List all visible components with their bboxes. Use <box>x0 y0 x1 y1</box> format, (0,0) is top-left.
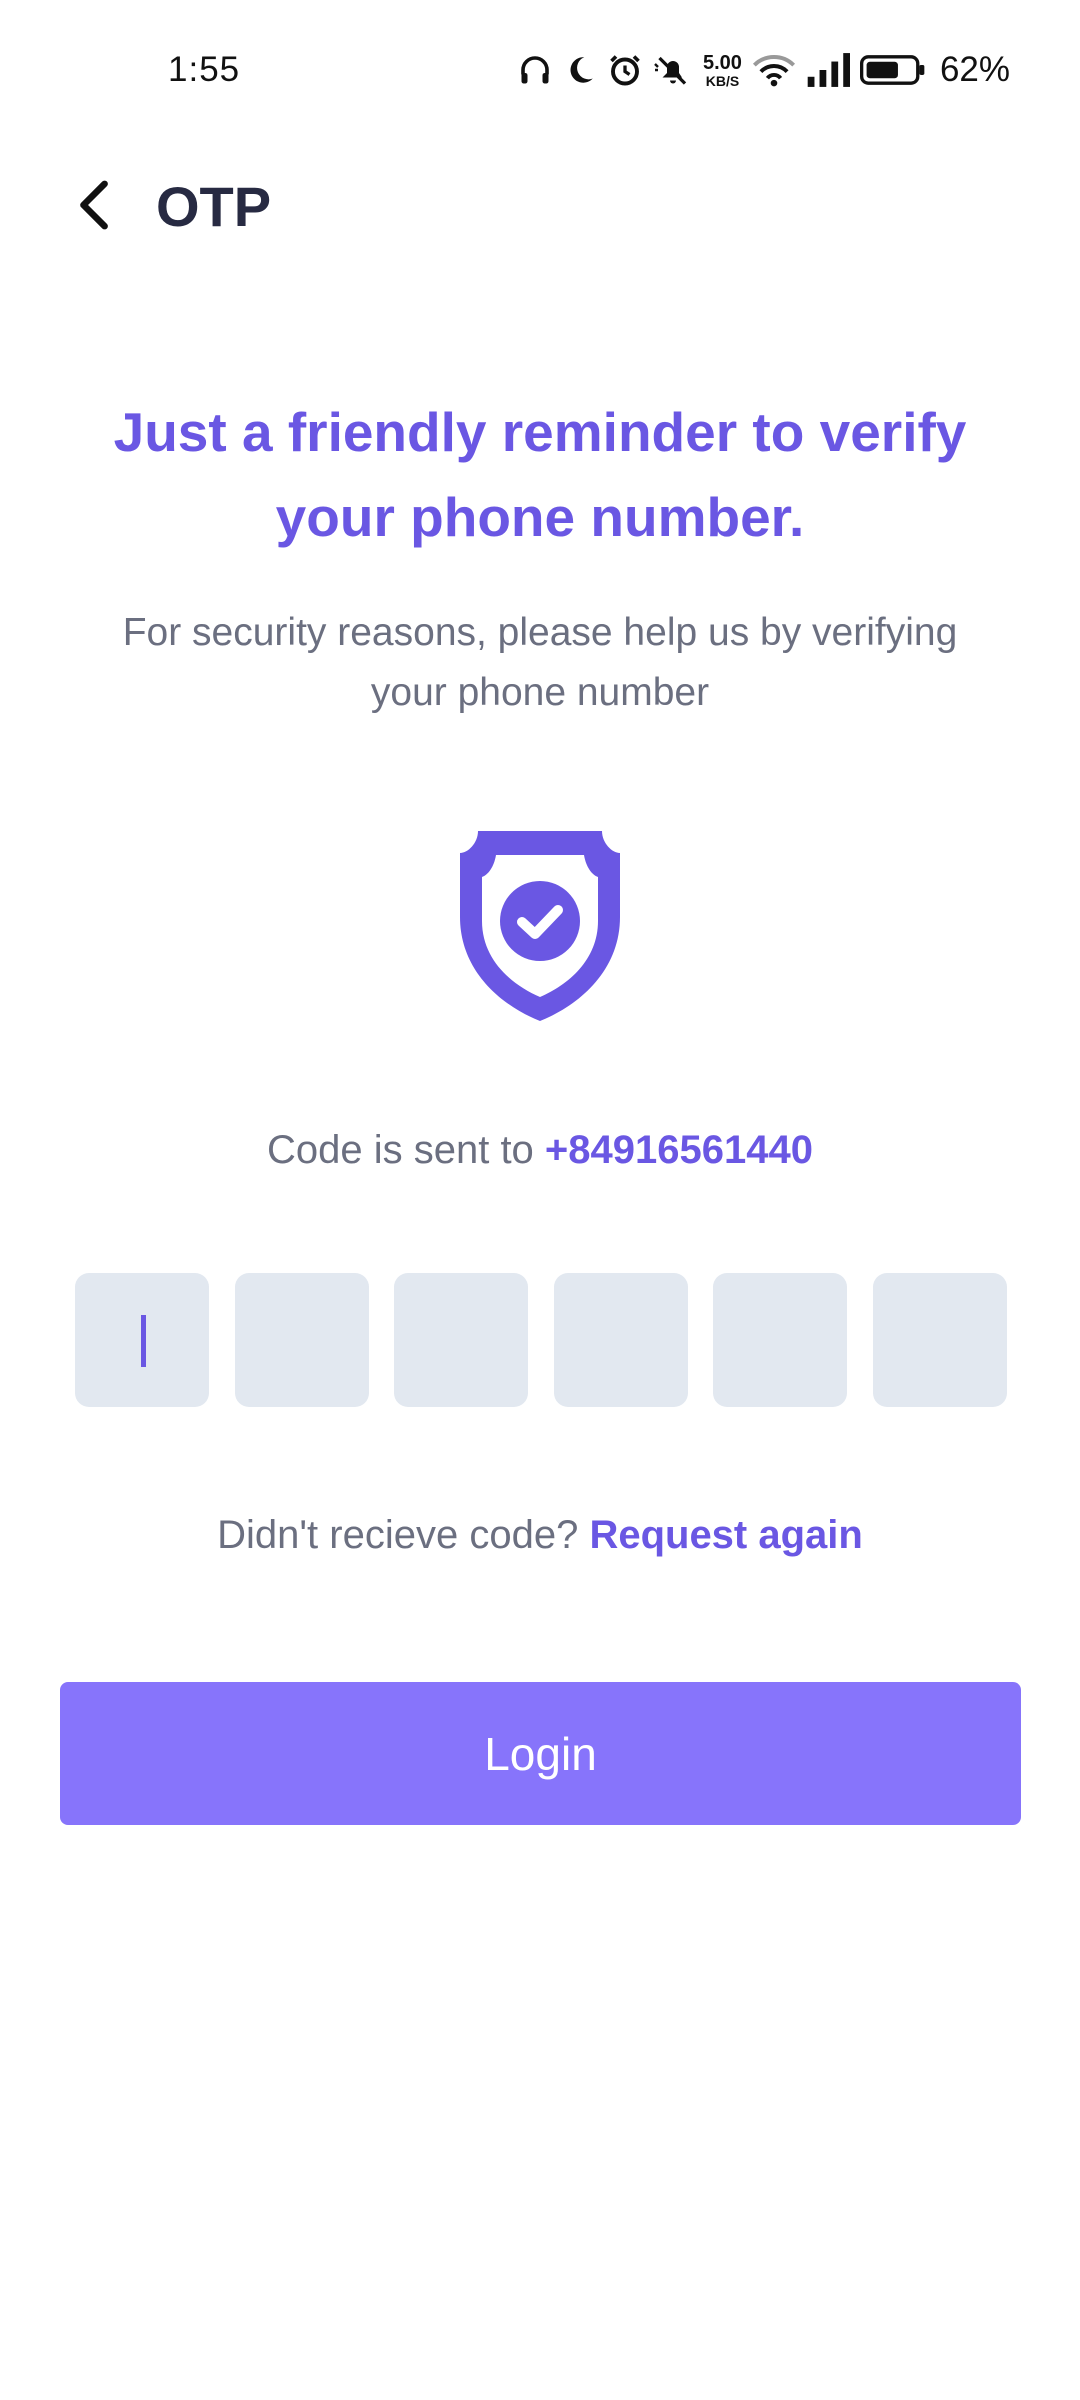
moon-icon <box>563 53 597 87</box>
battery-icon <box>859 53 926 87</box>
code-sent-text: Code is sent to +84916561440 <box>0 1120 1080 1180</box>
subtext: For security reasons, please help us by … <box>122 611 958 714</box>
text-cursor <box>141 1315 146 1367</box>
otp-digit-6[interactable] <box>872 1273 1007 1407</box>
wifi-icon <box>752 52 796 88</box>
page-title: OTP <box>156 175 272 238</box>
status-icons: 5.00 KB/S 62% <box>517 46 1010 94</box>
status-bar: 1:55 5.00 KB/S 62% <box>0 0 1080 140</box>
request-again-link[interactable]: Request again <box>589 1513 862 1557</box>
app-header: OTP <box>0 150 1080 260</box>
otp-digit-4[interactable] <box>553 1273 688 1407</box>
mute-icon <box>653 52 693 88</box>
resend-text: Didn't recieve code? Request again <box>0 1505 1080 1565</box>
battery-percent: 62% <box>939 50 1010 89</box>
status-time: 1:55 <box>168 50 241 89</box>
headphones-icon <box>517 52 553 88</box>
chevron-left-icon <box>75 180 115 235</box>
resend-prefix: Didn't recieve code? <box>217 1513 590 1557</box>
net-speed: 5.00 KB/S <box>703 51 742 89</box>
shield-check-icon <box>450 825 630 1025</box>
phone-number: +84916561440 <box>544 1128 813 1172</box>
headline: Just a friendly reminder to verify your … <box>113 401 967 548</box>
back-button[interactable] <box>60 172 130 242</box>
login-button[interactable]: Login <box>60 1682 1021 1825</box>
otp-digit-5[interactable] <box>713 1273 848 1407</box>
otp-digit-3[interactable] <box>394 1273 529 1407</box>
signal-icon <box>806 53 850 87</box>
otp-digit-2[interactable] <box>234 1273 369 1407</box>
code-sent-prefix: Code is sent to <box>266 1128 545 1172</box>
otp-input-row <box>75 1273 1007 1407</box>
alarm-icon <box>607 52 643 88</box>
otp-digit-1[interactable] <box>75 1273 209 1407</box>
